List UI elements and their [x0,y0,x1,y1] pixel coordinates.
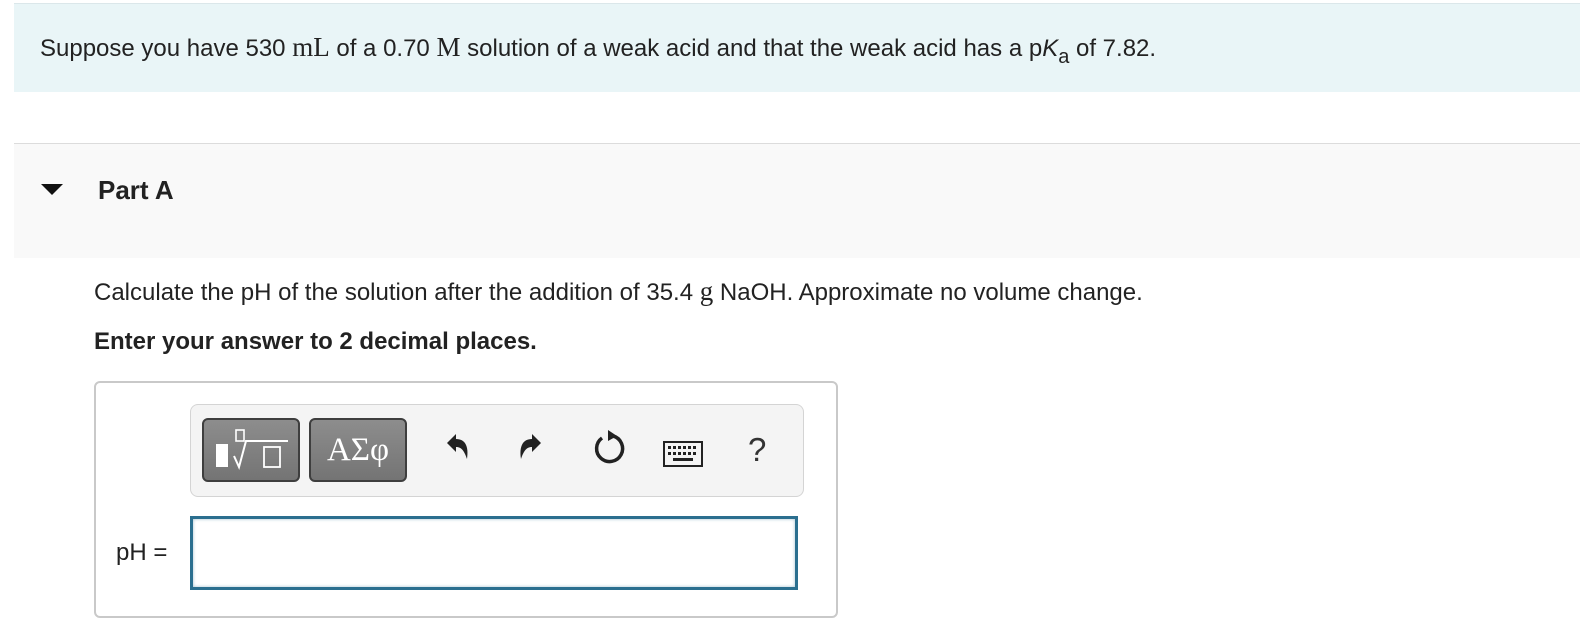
question-after-mass: NaOH. Approximate no volume change. [713,279,1143,306]
answer-box: ΑΣφ ? pH = [94,381,838,618]
part-a-header[interactable]: Part A [14,143,1580,258]
collapse-triangle-icon[interactable] [41,184,63,195]
help-button[interactable]: ? [748,431,766,469]
instruction-text: Enter your answer to 2 decimal places. [94,328,537,355]
intro-text: Suppose you have 530 mL of a 0.70 M solu… [40,32,1156,69]
intro-between: of a 0.70 [329,35,437,62]
question-before-mass: Calculate the pH of the solution after t… [94,279,700,306]
part-title: Part A [98,175,174,205]
math-toolbar: ΑΣφ ? [190,404,804,497]
intro-middle: solution of a weak acid and that the wea… [460,35,1043,62]
ph-answer-input[interactable] [190,516,798,590]
volume-unit: mL [292,32,330,62]
undo-icon[interactable] [441,429,473,465]
reset-icon[interactable] [591,427,627,467]
k-symbol: K [1042,35,1059,62]
ph-label: pH = [116,539,168,566]
question-text: Calculate the pH of the solution after t… [94,276,1143,307]
concentration-unit: M [436,32,461,62]
keyboard-icon[interactable] [663,441,703,467]
mass-unit: g [699,276,714,306]
greek-symbols-button[interactable]: ΑΣφ [309,418,407,482]
templates-sqrt-icon [216,429,288,470]
templates-button[interactable] [202,418,300,482]
greek-symbols-label: ΑΣφ [326,432,390,468]
intro-tail: of 7.82. [1069,35,1157,62]
intro-before-volume: Suppose you have 530 [40,35,293,62]
problem-intro: Suppose you have 530 mL of a 0.70 M solu… [14,3,1580,92]
k-subscript: a [1058,46,1070,68]
redo-icon[interactable] [515,429,547,465]
